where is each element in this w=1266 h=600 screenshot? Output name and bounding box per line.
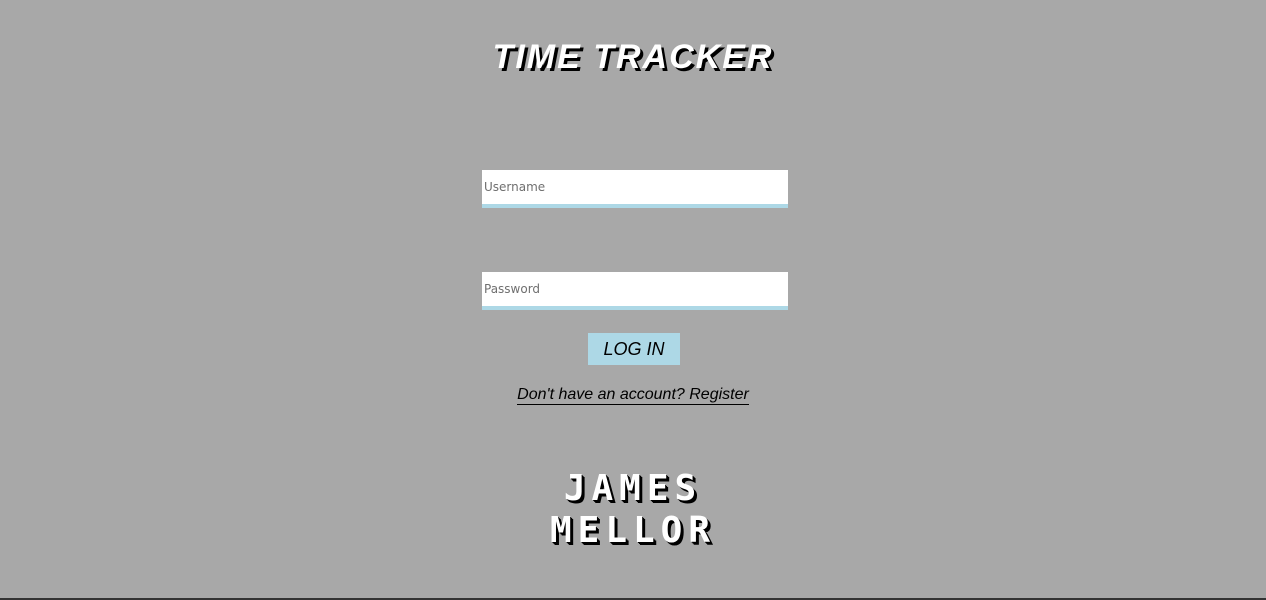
logo-line-last: MELLOR [549,510,717,551]
username-input[interactable] [482,170,788,208]
logo-line-first: JAMES [563,468,703,509]
register-link[interactable]: Don't have an account? Register [517,386,749,405]
password-input[interactable] [482,272,788,310]
register-link-container: Don't have an account? Register [0,386,1266,405]
author-logo: JAMES MELLOR [0,468,1266,552]
page-title: TIME TRACKER [492,38,774,76]
log-in-button[interactable]: LOG IN [588,333,680,365]
